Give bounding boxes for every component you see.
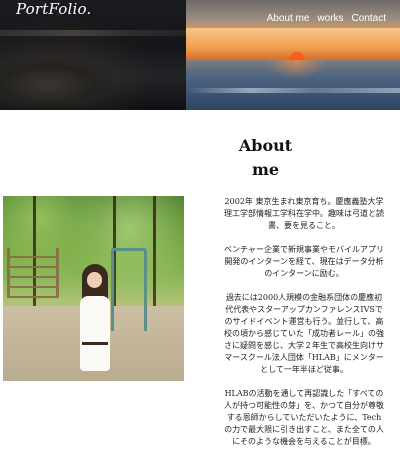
hero-rocks: [0, 55, 120, 105]
bio-paragraph: HLABの活動を通して再認識した「すべての人が持つ可能性の芽」を、かつて自分が尊…: [224, 389, 384, 446]
photo-person: [78, 264, 112, 374]
bio-text: 2002年 東京生まれ東京育ち。慶應義塾大学理工学部情報工学科在学中。趣味は弓道…: [224, 196, 384, 460]
hero-rock-ridge: [0, 30, 186, 36]
profile-photo: [3, 196, 184, 381]
bio-paragraph: ベンチャー企業で新規事業やモバイルアプリ開発のインターンを経て、現在はデータ分析…: [224, 245, 384, 278]
main-nav: About me works Contact: [267, 13, 386, 24]
nav-about-me[interactable]: About me: [267, 13, 310, 24]
bio-paragraph: 過去には2000人規模の金融系団体の慶應初代代表やスターアップカンファレンスIV…: [224, 293, 384, 374]
hero-banner: PortFolio. About me works Contact: [0, 0, 400, 110]
nav-contact[interactable]: Contact: [352, 13, 386, 24]
person-belt: [82, 342, 108, 345]
bio-paragraph: 2002年 東京生まれ東京育ち。慶應義塾大学理工学部情報工学科在学中。趣味は弓道…: [224, 197, 384, 230]
wave: [186, 88, 400, 93]
nav-works[interactable]: works: [317, 13, 343, 24]
photo-swing: [111, 248, 147, 331]
sun: [290, 52, 304, 60]
person-face: [87, 272, 102, 288]
about-heading-line1: About: [238, 136, 293, 155]
sun-reflection: [266, 60, 326, 80]
person-dress: [80, 296, 110, 371]
about-heading: About me: [228, 134, 303, 182]
photo-climbing-frame: [7, 248, 59, 298]
about-heading-line2: me: [251, 160, 280, 179]
site-logo[interactable]: PortFolio.: [16, 0, 91, 18]
